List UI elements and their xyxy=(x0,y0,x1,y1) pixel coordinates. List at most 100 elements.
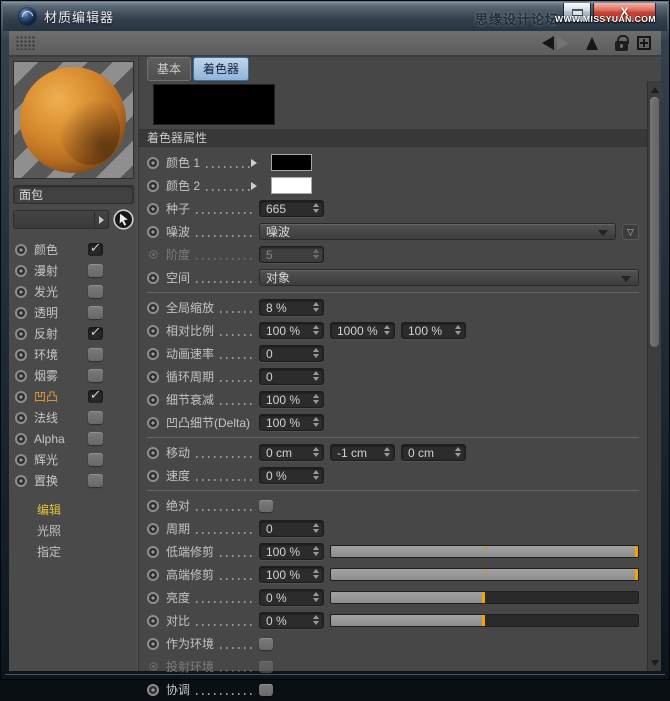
number-input[interactable]: 0 % xyxy=(259,467,324,484)
new-window-icon[interactable] xyxy=(637,36,651,50)
animation-dot-icon[interactable] xyxy=(147,569,159,581)
channel-row-bump[interactable]: 凹凸 xyxy=(13,386,134,407)
value-slider[interactable] xyxy=(330,568,639,581)
animation-dot-icon[interactable] xyxy=(15,391,27,403)
channel-checkbox[interactable] xyxy=(88,348,103,361)
animation-dot-icon[interactable] xyxy=(147,500,159,512)
animation-dot-icon[interactable] xyxy=(147,546,159,558)
expand-arrow-icon[interactable] xyxy=(251,159,257,167)
number-input-z[interactable]: 100 % xyxy=(401,322,466,339)
number-input[interactable]: 0 xyxy=(259,368,324,385)
channel-checkbox[interactable] xyxy=(88,390,103,403)
animation-dot-icon[interactable] xyxy=(147,180,159,192)
number-input-y[interactable]: 1000 % xyxy=(330,322,395,339)
checkbox[interactable] xyxy=(259,500,273,512)
color-swatch[interactable] xyxy=(271,154,312,171)
navigate-up-icon[interactable] xyxy=(586,37,598,50)
noise-type-dropdown[interactable]: 噪波 xyxy=(259,223,616,240)
checkbox[interactable] xyxy=(259,638,273,650)
lock-icon[interactable] xyxy=(615,41,628,51)
channel-row-glow[interactable]: 辉光 xyxy=(13,449,134,470)
animation-dot-icon[interactable] xyxy=(147,348,159,360)
animation-dot-icon[interactable] xyxy=(15,265,27,277)
animation-dot-icon[interactable] xyxy=(147,592,159,604)
number-input-z[interactable]: 0 cm xyxy=(401,444,466,461)
noise-preview-button[interactable] xyxy=(622,224,639,240)
channel-row-luminance[interactable]: 发光 xyxy=(13,281,134,302)
channel-checkbox[interactable] xyxy=(88,264,103,277)
animation-dot-icon[interactable] xyxy=(147,226,159,238)
channel-checkbox[interactable] xyxy=(88,453,103,466)
channel-checkbox[interactable] xyxy=(88,327,103,340)
animation-dot-icon[interactable] xyxy=(15,412,27,424)
channel-checkbox[interactable] xyxy=(88,306,103,319)
spinner-arrows-icon[interactable] xyxy=(455,325,461,335)
spinner-arrows-icon[interactable] xyxy=(313,394,319,404)
slider-handle[interactable] xyxy=(635,569,638,580)
scroll-down-icon[interactable] xyxy=(648,656,661,669)
spinner-arrows-icon[interactable] xyxy=(313,325,319,335)
animation-dot-icon[interactable] xyxy=(15,433,27,445)
channel-row-diffusion[interactable]: 漫射 xyxy=(13,260,134,281)
slider-handle[interactable] xyxy=(635,546,638,557)
number-input-x[interactable]: 0 cm xyxy=(259,444,324,461)
number-input-x[interactable]: 100 % xyxy=(259,322,324,339)
material-name-input[interactable] xyxy=(13,185,134,204)
title-bar[interactable]: 材质编辑器 思缘设计论坛 X WWW.MISSYUAN.COM xyxy=(3,2,667,31)
animation-dot-icon[interactable] xyxy=(15,370,27,382)
animation-dot-icon[interactable] xyxy=(147,371,159,383)
material-preview[interactable] xyxy=(13,61,134,179)
spinner-arrows-icon[interactable] xyxy=(313,615,319,625)
history-forward-icon[interactable] xyxy=(557,36,569,50)
spinner-arrows-icon[interactable] xyxy=(455,447,461,457)
animation-dot-icon[interactable] xyxy=(15,349,27,361)
value-slider[interactable] xyxy=(330,591,639,604)
number-input[interactable]: 100 % xyxy=(259,391,324,408)
spinner-arrows-icon[interactable] xyxy=(313,302,319,312)
history-back-icon[interactable] xyxy=(542,36,554,50)
animation-dot-icon[interactable] xyxy=(147,394,159,406)
scroll-up-icon[interactable] xyxy=(648,83,661,96)
scrollbar-thumb[interactable] xyxy=(650,97,659,347)
animation-dot-icon[interactable] xyxy=(147,417,159,429)
animation-dot-icon[interactable] xyxy=(147,615,159,627)
animation-dot-icon[interactable] xyxy=(147,203,159,215)
preview-type-dropdown[interactable] xyxy=(13,210,109,229)
spinner-arrows-icon[interactable] xyxy=(313,348,319,358)
spinner-arrows-icon[interactable] xyxy=(313,371,319,381)
number-input[interactable]: 100 % xyxy=(259,566,324,583)
channel-row-transparency[interactable]: 透明 xyxy=(13,302,134,323)
channel-row-alpha[interactable]: Alpha xyxy=(13,428,134,449)
color-swatch[interactable] xyxy=(271,177,312,194)
spinner-arrows-icon[interactable] xyxy=(313,592,319,602)
channel-row-environment[interactable]: 环境 xyxy=(13,344,134,365)
number-input[interactable]: 0 xyxy=(259,520,324,537)
tab-basic[interactable]: 基本 xyxy=(147,57,191,81)
number-input[interactable]: 665 xyxy=(259,200,324,217)
spinner-arrows-icon[interactable] xyxy=(313,417,319,427)
animation-dot-icon[interactable] xyxy=(147,638,159,650)
animation-dot-icon[interactable] xyxy=(147,302,159,314)
channel-row-reflection[interactable]: 反射 xyxy=(13,323,134,344)
expand-arrow-icon[interactable] xyxy=(251,182,257,190)
animation-dot-icon[interactable] xyxy=(15,307,27,319)
channel-checkbox[interactable] xyxy=(88,285,103,298)
picker-cursor-icon[interactable] xyxy=(113,209,134,230)
spinner-arrows-icon[interactable] xyxy=(313,569,319,579)
spinner-arrows-icon[interactable] xyxy=(313,470,319,480)
number-input[interactable]: 100 % xyxy=(259,543,324,560)
channel-checkbox[interactable] xyxy=(88,243,103,256)
spinner-arrows-icon[interactable] xyxy=(313,447,319,457)
vertical-scrollbar[interactable] xyxy=(647,81,661,671)
sidebar-item-assign[interactable]: 指定 xyxy=(13,542,134,563)
number-input[interactable]: 8 % xyxy=(259,299,324,316)
value-slider[interactable] xyxy=(330,545,639,558)
animation-dot-icon[interactable] xyxy=(147,325,159,337)
channel-row-fog[interactable]: 烟雾 xyxy=(13,365,134,386)
spinner-arrows-icon[interactable] xyxy=(313,523,319,533)
number-input[interactable]: 0 % xyxy=(259,589,324,606)
animation-dot-icon[interactable] xyxy=(15,328,27,340)
spinner-arrows-icon[interactable] xyxy=(313,546,319,556)
spinner-arrows-icon[interactable] xyxy=(384,325,390,335)
channel-checkbox[interactable] xyxy=(88,411,103,424)
